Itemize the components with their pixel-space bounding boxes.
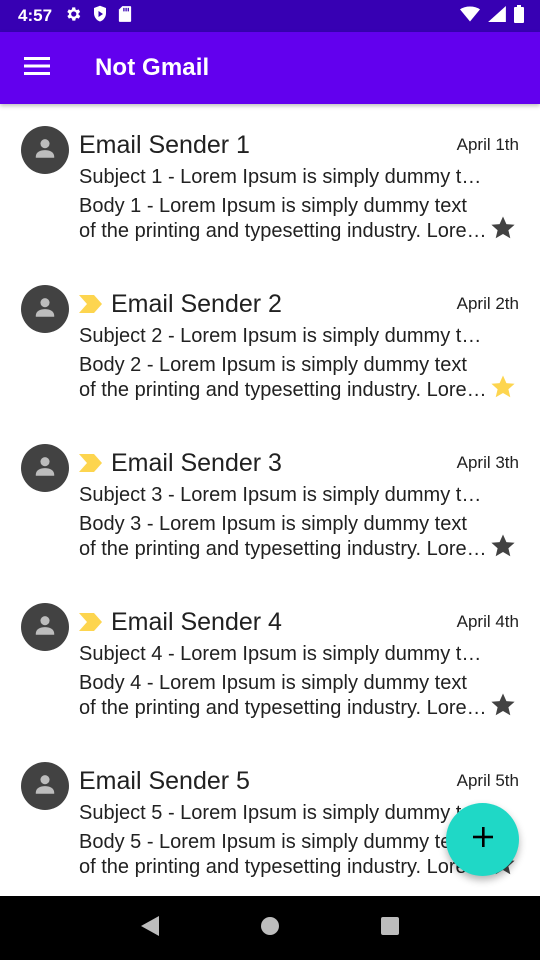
person-icon (32, 294, 58, 325)
email-list-item[interactable]: Email Sender 1 April 1th Subject 1 - Lorem… (0, 104, 540, 263)
status-right-icons (460, 4, 524, 28)
signal-icon (488, 5, 506, 27)
email-sender: Email Sender 5 (79, 766, 250, 795)
email-body-preview: Body 4 - Lorem Ipsum is simply dummy tex… (79, 671, 489, 721)
back-icon (140, 915, 160, 942)
email-subject: Subject 2 - Lorem Ipsum is simply dummy … (79, 325, 489, 347)
email-body-line: of the printing and typesetting industry… (79, 856, 489, 878)
app-bar: Not Gmail (0, 32, 540, 104)
sd-card-icon (118, 5, 132, 28)
recents-icon (380, 916, 400, 941)
star-icon[interactable] (489, 691, 517, 719)
important-label-icon (79, 613, 103, 631)
person-icon (32, 135, 58, 166)
home-button[interactable] (250, 908, 290, 948)
home-icon (260, 916, 280, 941)
email-date: April 4th (456, 612, 519, 631)
sender-row: Email Sender 2 (79, 289, 282, 319)
email-body-line: Body 2 - Lorem Ipsum is simply dummy tex… (79, 354, 467, 376)
star-icon[interactable] (489, 532, 517, 560)
email-list-item[interactable]: Email Sender 3 April 3th Subject 3 - Lorem… (0, 422, 540, 581)
email-sender: Email Sender 4 (111, 607, 282, 636)
navigation-bar (0, 896, 540, 960)
email-body-preview: Body 3 - Lorem Ipsum is simply dummy tex… (79, 512, 489, 562)
email-body-line: Body 3 - Lorem Ipsum is simply dummy tex… (79, 513, 467, 535)
status-left-icons (64, 5, 132, 28)
email-body-preview: Body 5 - Lorem Ipsum is simply dummy tex… (79, 830, 489, 880)
battery-icon (514, 4, 524, 28)
email-sender: Email Sender 1 (79, 130, 250, 159)
email-subject: Subject 4 - Lorem Ipsum is simply dummy … (79, 643, 489, 665)
sender-row: Email Sender 5 (79, 766, 250, 796)
plus-icon (472, 826, 494, 853)
back-button[interactable] (130, 908, 170, 948)
wifi-icon (460, 6, 480, 27)
email-body-line: Body 4 - Lorem Ipsum is simply dummy tex… (79, 672, 467, 694)
email-list-item[interactable]: Email Sender 2 April 2th Subject 2 - Lorem… (0, 263, 540, 422)
email-body-line: of the printing and typesetting industry… (79, 379, 489, 401)
email-subject: Subject 3 - Lorem Ipsum is simply dummy … (79, 484, 489, 506)
status-time: 4:57 (18, 6, 53, 25)
email-body-line: of the printing and typesetting industry… (79, 538, 489, 560)
menu-button[interactable] (0, 32, 74, 104)
sender-row: Email Sender 3 (79, 448, 282, 478)
avatar (21, 126, 69, 174)
important-label-icon (79, 295, 103, 313)
compose-fab[interactable] (446, 803, 519, 876)
email-sender: Email Sender 3 (111, 448, 282, 477)
email-body-line: Body 5 - Lorem Ipsum is simply dummy tex… (79, 831, 467, 853)
sender-row: Email Sender 1 (79, 130, 250, 160)
email-sender: Email Sender 2 (111, 289, 282, 318)
email-date: April 1th (456, 135, 519, 154)
shield-icon (92, 5, 108, 28)
email-date: April 2th (456, 294, 519, 313)
email-list-item[interactable]: Email Sender 4 April 4th Subject 4 - Lorem… (0, 581, 540, 740)
recents-button[interactable] (370, 908, 410, 948)
email-body-line: of the printing and typesetting industry… (79, 220, 489, 242)
email-date: April 5th (456, 771, 519, 790)
star-icon[interactable] (489, 373, 517, 401)
email-body-preview: Body 2 - Lorem Ipsum is simply dummy tex… (79, 353, 489, 403)
menu-icon (24, 56, 50, 81)
email-body-line: of the printing and typesetting industry… (79, 697, 489, 719)
person-icon (32, 612, 58, 643)
email-body-line: Body 1 - Lorem Ipsum is simply dummy tex… (79, 195, 467, 217)
email-date: April 3th (456, 453, 519, 472)
person-icon (32, 771, 58, 802)
person-icon (32, 453, 58, 484)
avatar (21, 762, 69, 810)
gear-icon (64, 5, 82, 28)
avatar (21, 603, 69, 651)
status-bar: 4:57 (0, 0, 540, 32)
star-icon[interactable] (489, 214, 517, 242)
sender-row: Email Sender 4 (79, 607, 282, 637)
avatar (21, 444, 69, 492)
important-label-icon (79, 454, 103, 472)
email-list[interactable]: Email Sender 1 April 1th Subject 1 - Lorem… (0, 104, 540, 896)
app-title: Not Gmail (95, 54, 210, 81)
email-subject: Subject 5 - Lorem Ipsum is simply dummy … (79, 802, 489, 824)
email-subject: Subject 1 - Lorem Ipsum is simply dummy … (79, 166, 489, 188)
email-body-preview: Body 1 - Lorem Ipsum is simply dummy tex… (79, 194, 489, 244)
avatar (21, 285, 69, 333)
